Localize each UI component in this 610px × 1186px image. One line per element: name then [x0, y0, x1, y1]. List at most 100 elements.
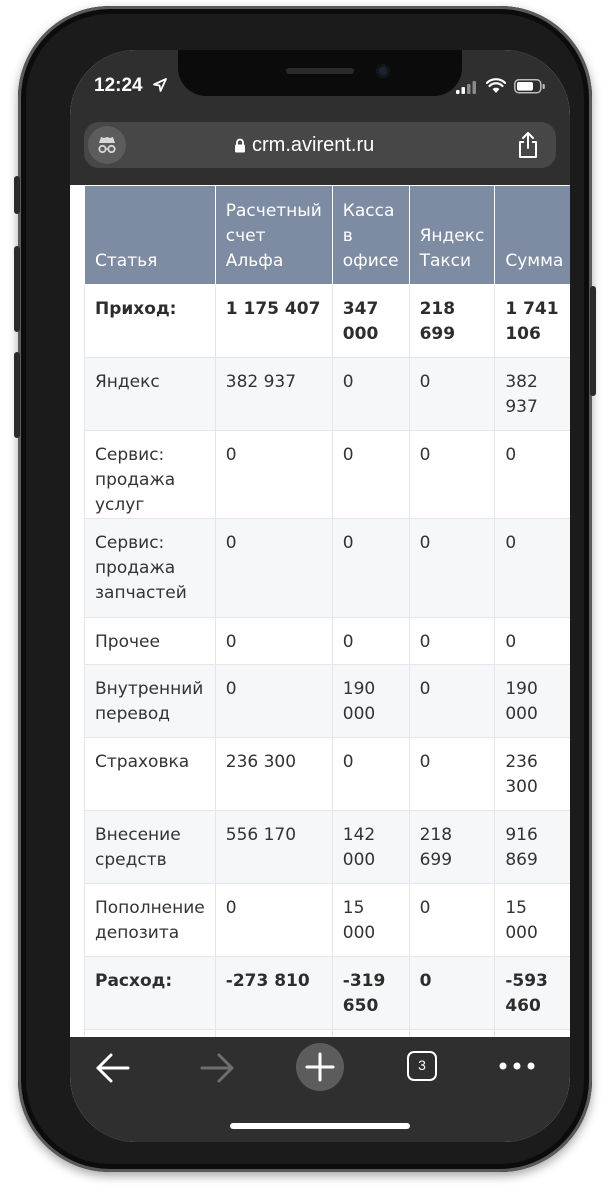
camera: [376, 64, 390, 78]
wifi-icon: [486, 78, 506, 93]
value-cell: 0: [214, 1029, 333, 1037]
value-cell: 347 000: [331, 284, 410, 358]
status-icons: [456, 76, 548, 96]
column-header[interactable]: Расчетный счет Альфа: [214, 185, 333, 285]
value-cell: 556 170: [214, 810, 333, 884]
row-label-cell: Расход:: [84, 956, 216, 1030]
value-cell: 0: [408, 883, 496, 957]
table-row: Кредит0000: [84, 1029, 570, 1037]
row-label-cell: Кредит: [84, 1029, 216, 1037]
table-row: Страховка 236 300 0 0 236 300: [84, 737, 570, 811]
value-cell: 0: [331, 518, 410, 618]
row-label-cell: Пополнение депозита: [84, 883, 216, 957]
incognito-icon: [98, 137, 116, 154]
phone-screen: 12:24 crm.avirent.ru Статья Расчетный сч…: [70, 50, 570, 1142]
address-bar[interactable]: crm.avirent.ru: [84, 122, 556, 168]
power-button: [590, 286, 596, 396]
location-arrow-icon: [153, 78, 167, 92]
home-indicator[interactable]: [230, 1123, 410, 1129]
value-cell: 0: [408, 737, 496, 811]
value-cell: 0: [214, 617, 333, 665]
value-cell: -273 810: [214, 956, 333, 1030]
value-cell: 190 000: [331, 664, 410, 738]
status-time: 12:24: [94, 75, 143, 96]
value-cell: 382 937: [494, 357, 570, 431]
value-cell: 916 869: [494, 810, 570, 884]
table-row: Яндекс 382 937 0 0 382 937: [84, 357, 570, 431]
page-content[interactable]: Статья Расчетный счет Альфа Касса в офис…: [70, 185, 570, 1037]
value-cell: 382 937: [214, 357, 333, 431]
table-row: Внесение средств 556 170 142 000 218 699 916…: [84, 810, 570, 884]
row-label-cell: Внутренний перевод: [84, 664, 216, 738]
value-cell: 236 300: [214, 737, 333, 811]
forward-arrow-icon[interactable]: [198, 1051, 236, 1085]
incognito-button[interactable]: [88, 126, 126, 164]
column-header[interactable]: Касса в офисе: [331, 185, 410, 285]
row-label-cell: Приход:: [84, 284, 216, 358]
value-cell: 1 741 106: [494, 284, 570, 358]
value-cell: 0: [494, 518, 570, 618]
value-cell: 218 699: [408, 284, 496, 358]
value-cell: 0: [494, 430, 570, 519]
column-header[interactable]: Статья: [84, 185, 216, 285]
cellular-signal-icon: [456, 81, 476, 94]
value-cell: 0: [331, 357, 410, 431]
finance-table: Статья Расчетный счет Альфа Касса в офис…: [84, 185, 570, 1037]
value-cell: 142 000: [331, 810, 410, 884]
row-label-cell: Внесение средств: [84, 810, 216, 884]
speaker: [286, 68, 354, 74]
value-cell: 0: [494, 617, 570, 665]
url-display[interactable]: crm.avirent.ru: [234, 134, 374, 156]
value-cell: 236 300: [494, 737, 570, 811]
more-options-icon[interactable]: [498, 1061, 538, 1071]
tabs-count-button[interactable]: 3: [407, 1051, 437, 1081]
value-cell: 1 175 407: [214, 284, 333, 358]
row-label-cell: Страховка: [84, 737, 216, 811]
volume-down-button: [14, 352, 20, 438]
row-label-cell: Сервис: продажа запчастей: [84, 518, 216, 618]
column-header[interactable]: Сумма: [494, 185, 570, 285]
back-arrow-icon[interactable]: [94, 1051, 132, 1085]
value-cell: -593 460: [494, 956, 570, 1030]
row-label-cell: Сервис: продажа услуг: [84, 430, 216, 519]
row-label-cell: Прочее: [84, 617, 216, 665]
value-cell: 0: [331, 617, 410, 665]
table-row: Прочее 0 0 0 0: [84, 617, 570, 665]
table-row: Пополнение депозита 0 15 000 0 15 000: [84, 883, 570, 957]
table-header-row: Статья Расчетный счет Альфа Касса в офис…: [84, 185, 570, 285]
notch: [178, 50, 462, 96]
battery-icon: [514, 79, 545, 94]
mute-switch: [14, 176, 20, 214]
table-row: Расход: -273 810 -319 650 0 -593 460: [84, 956, 570, 1030]
value-cell: 15 000: [331, 883, 410, 957]
table-row: Внутренний перевод 0 190 000 0 190 000: [84, 664, 570, 738]
column-header[interactable]: Яндекс Такси: [408, 185, 496, 285]
value-cell: 0: [408, 430, 496, 519]
table-row: Приход: 1 175 407 347 000 218 699 1 741 106: [84, 284, 570, 358]
value-cell: 0: [331, 737, 410, 811]
share-icon[interactable]: [516, 131, 540, 159]
value-cell: -319 650: [331, 956, 410, 1030]
value-cell: 0: [408, 664, 496, 738]
table-row: Сервис: продажа запчастей 0 0 0 0: [84, 518, 570, 618]
url-text: crm.avirent.ru: [252, 134, 375, 156]
value-cell: 190 000: [494, 664, 570, 738]
lock-icon: [235, 138, 245, 153]
browser-top-chrome: 12:24 crm.avirent.ru: [70, 50, 570, 185]
value-cell: 15 000: [494, 883, 570, 957]
value-cell: 0: [408, 518, 496, 618]
value-cell: 0: [214, 883, 333, 957]
row-label-cell: Яндекс: [84, 357, 216, 431]
value-cell: 0: [408, 956, 496, 1030]
phone-frame: 12:24 crm.avirent.ru Статья Расчетный сч…: [14, 6, 596, 1172]
value-cell: 0: [408, 357, 496, 431]
value-cell: 0: [408, 617, 496, 665]
browser-bottom-toolbar: 3: [70, 1037, 570, 1142]
value-cell: 0: [331, 430, 410, 519]
value-cell: 0: [214, 664, 333, 738]
value-cell: 218 699: [408, 810, 496, 884]
new-tab-plus-icon[interactable]: [296, 1043, 344, 1091]
table-row: Сервис: продажа услуг 0 0 0 0: [84, 430, 570, 519]
volume-up-button: [14, 246, 20, 332]
value-cell: 0: [408, 1029, 496, 1037]
